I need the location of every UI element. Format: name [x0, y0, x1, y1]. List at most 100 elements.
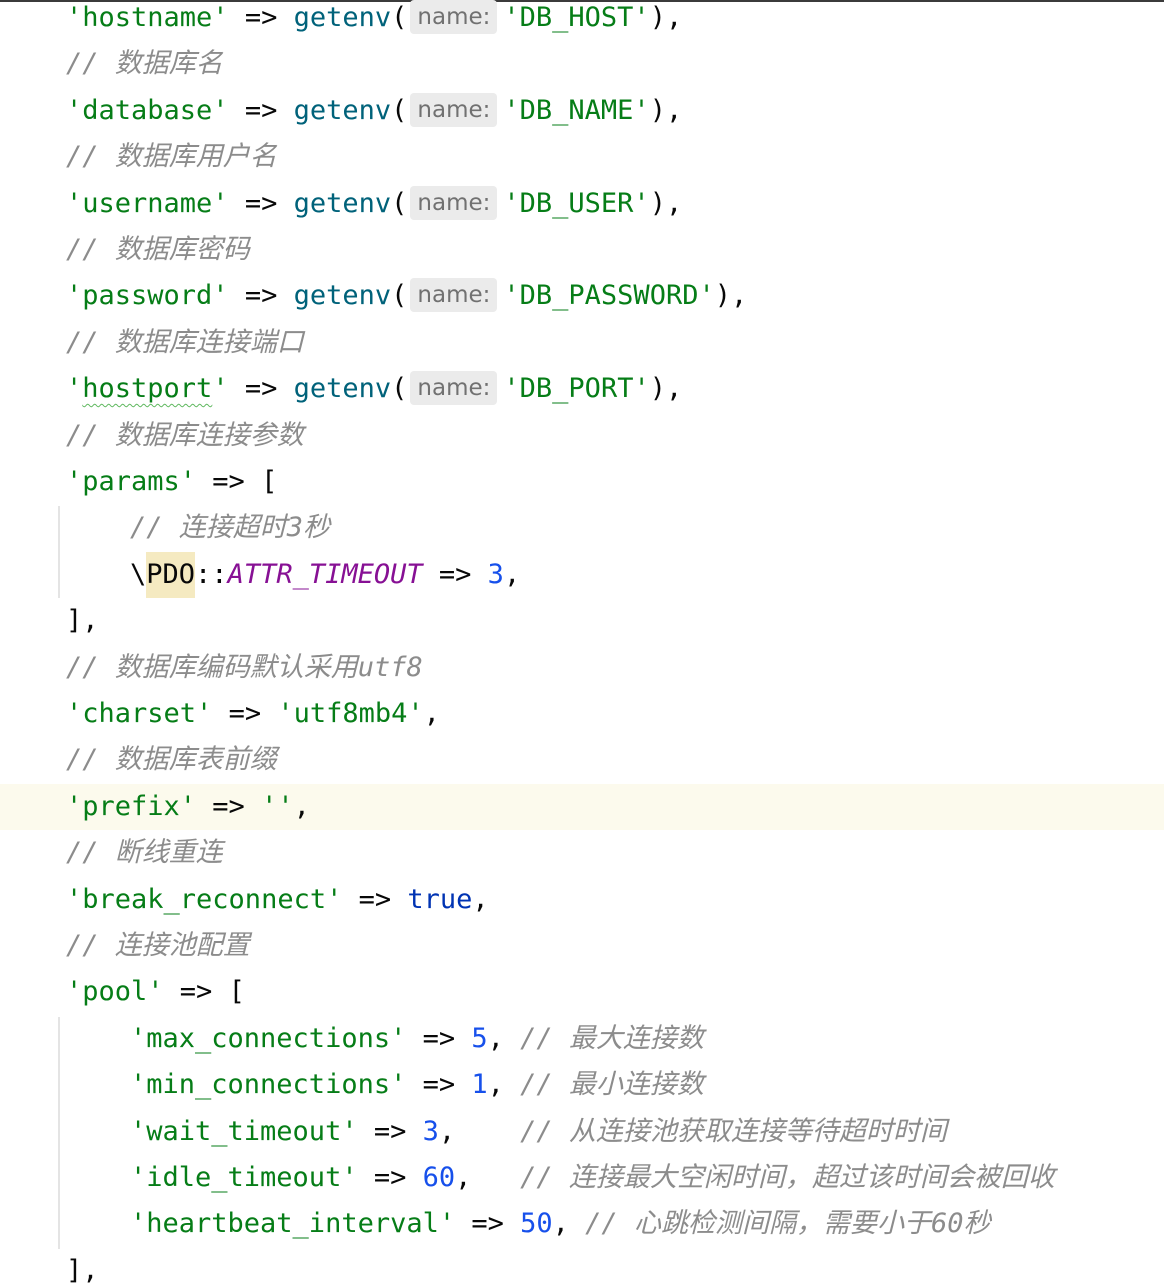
string-literal-typo: hostport	[82, 373, 213, 405]
number-literal: 1	[471, 1069, 488, 1101]
code-content: ],	[66, 598, 99, 644]
number-literal: 3	[422, 1115, 439, 1147]
string-literal: '	[66, 373, 83, 405]
code-content: 'charset' => 'utf8mb4',	[66, 691, 440, 737]
string-literal: 'wait_timeout'	[130, 1115, 358, 1147]
operator: ,	[487, 1022, 521, 1054]
code-line[interactable]: \PDO::ATTR_TIMEOUT => 3,	[0, 551, 1164, 598]
operator: =>	[228, 187, 294, 219]
code-line[interactable]: 'username' => getenv(name: 'DB_USER'),	[0, 181, 1164, 227]
code-content: // 数据库连接端口	[66, 320, 304, 366]
code-content: 'prefix' => '',	[66, 784, 310, 830]
code-line[interactable]: 'idle_timeout' => 60, // 连接最大空闲时间，超过该时间会…	[0, 1155, 1164, 1201]
code-line[interactable]: ],	[0, 598, 1164, 644]
code-line[interactable]: 'hostport' => getenv(name: 'DB_PORT'),	[0, 366, 1164, 412]
operator: =>	[228, 280, 294, 312]
parameter-hint: name:	[410, 278, 498, 313]
code-line[interactable]: // 数据库连接参数	[0, 413, 1164, 459]
code-line[interactable]: // 数据库编码默认采用utf8	[0, 645, 1164, 691]
code-content: // 数据库编码默认采用utf8	[66, 645, 423, 691]
code-line[interactable]: 'charset' => 'utf8mb4',	[0, 691, 1164, 737]
code-content: 'hostname' => getenv(name: 'DB_HOST'),	[66, 0, 682, 41]
operator: ,	[552, 1208, 586, 1240]
code-line[interactable]: // 数据库表前缀	[0, 737, 1164, 783]
code-content: // 数据库名	[66, 41, 223, 87]
code-content: // 连接池配置	[66, 923, 250, 969]
code-content: // 断线重连	[66, 830, 223, 876]
code-line[interactable]: // 数据库名	[0, 41, 1164, 87]
string-literal: 'DB_HOST'	[503, 2, 650, 33]
code-line[interactable]: // 数据库密码	[0, 227, 1164, 273]
code-content: 'break_reconnect' => true,	[66, 877, 489, 923]
operator: ,	[293, 790, 310, 822]
string-literal: 'params'	[66, 466, 197, 497]
code-content: \PDO::ATTR_TIMEOUT => 3,	[130, 551, 520, 598]
operator: =>	[357, 1115, 423, 1147]
string-literal: 'DB_NAME'	[503, 94, 650, 126]
code-content: 'heartbeat_interval' => 50, // 心跳检测间隔，需要…	[130, 1201, 990, 1247]
string-literal: 'username'	[66, 187, 229, 219]
operator: ,	[423, 698, 440, 729]
string-literal: 'DB_PORT'	[503, 373, 650, 405]
comment: // 数据库连接参数	[66, 419, 304, 451]
code-content: 'hostport' => getenv(name: 'DB_PORT'),	[66, 366, 682, 412]
operator: =>	[228, 94, 294, 126]
string-literal: 'utf8mb4'	[277, 698, 424, 729]
code-line[interactable]: // 断线重连	[0, 830, 1164, 876]
operator: ,	[472, 883, 489, 915]
comment: // 最小连接数	[520, 1069, 704, 1101]
comment: // 数据库连接端口	[66, 326, 304, 358]
operator: =>	[406, 1069, 472, 1101]
code-content: 'wait_timeout' => 3, // 从连接池获取连接等待超时时间	[130, 1109, 947, 1155]
code-content: // 数据库用户名	[66, 134, 277, 180]
parameter-hint: name:	[410, 371, 498, 406]
code-content: // 连接超时3秒	[130, 505, 330, 551]
string-literal: 'idle_timeout'	[130, 1162, 358, 1193]
parameter-hint: name:	[410, 0, 498, 34]
code-line[interactable]: // 数据库连接端口	[0, 320, 1164, 366]
code-line[interactable]: // 连接超时3秒	[0, 505, 1164, 551]
code-line[interactable]: 'hostname' => getenv(name: 'DB_HOST'),	[0, 0, 1164, 41]
operator: ),	[649, 187, 683, 219]
string-literal: 'min_connections'	[130, 1069, 407, 1101]
constant-name: ATTR_TIMEOUT	[227, 558, 423, 590]
string-literal: 'pool'	[66, 976, 164, 1008]
code-content: // 数据库密码	[66, 227, 250, 273]
code-line-current[interactable]: 'prefix' => '',	[0, 783, 1164, 830]
code-content: 'username' => getenv(name: 'DB_USER'),	[66, 181, 682, 227]
code-editor[interactable]: 'hostname' => getenv(name: 'DB_HOST'), // …	[0, 0, 1164, 1287]
operator: (	[391, 2, 408, 33]
operator: (	[391, 373, 408, 405]
function-name: getenv	[293, 187, 392, 219]
comment: // 最大连接数	[520, 1022, 704, 1054]
code-line[interactable]: 'wait_timeout' => 3, // 从连接池获取连接等待超时时间	[0, 1109, 1164, 1155]
comment: // 断线重连	[66, 837, 223, 869]
number-literal: 50	[520, 1208, 553, 1240]
code-line[interactable]: // 数据库用户名	[0, 134, 1164, 180]
operator: ,	[438, 1115, 521, 1147]
code-line[interactable]: ],	[0, 1248, 1164, 1287]
code-line[interactable]: // 连接池配置	[0, 923, 1164, 969]
code-line[interactable]: 'password' => getenv(name: 'DB_PASSWORD')…	[0, 273, 1164, 319]
code-line[interactable]: 'params' => [	[0, 459, 1164, 505]
operator: =>	[212, 698, 278, 729]
comment: // 数据库表前缀	[66, 744, 277, 776]
operator: (	[391, 280, 408, 312]
code-line[interactable]: 'break_reconnect' => true,	[0, 877, 1164, 923]
code-content: 'pool' => [	[66, 969, 245, 1015]
operator: => [	[196, 466, 278, 497]
code-line[interactable]: 'pool' => [	[0, 969, 1164, 1015]
code-line[interactable]: 'max_connections' => 5, // 最大连接数	[0, 1016, 1164, 1062]
comment: // 数据库名	[66, 48, 223, 80]
string-literal: 'max_connections'	[130, 1022, 407, 1054]
string-literal: 'database'	[66, 94, 229, 126]
string-literal: 'heartbeat_interval'	[130, 1208, 456, 1240]
code-line[interactable]: 'heartbeat_interval' => 50, // 心跳检测间隔，需要…	[0, 1201, 1164, 1247]
code-line[interactable]: 'database' => getenv(name: 'DB_NAME'),	[0, 88, 1164, 134]
number-literal: 3	[487, 558, 504, 590]
comment: // 心跳检测间隔，需要小于60秒	[585, 1208, 991, 1240]
parameter-hint: name:	[410, 92, 498, 127]
code-content: 'idle_timeout' => 60, // 连接最大空闲时间，超过该时间会…	[130, 1155, 1055, 1201]
code-line[interactable]: 'min_connections' => 1, // 最小连接数	[0, 1062, 1164, 1108]
string-literal: '	[212, 373, 229, 405]
